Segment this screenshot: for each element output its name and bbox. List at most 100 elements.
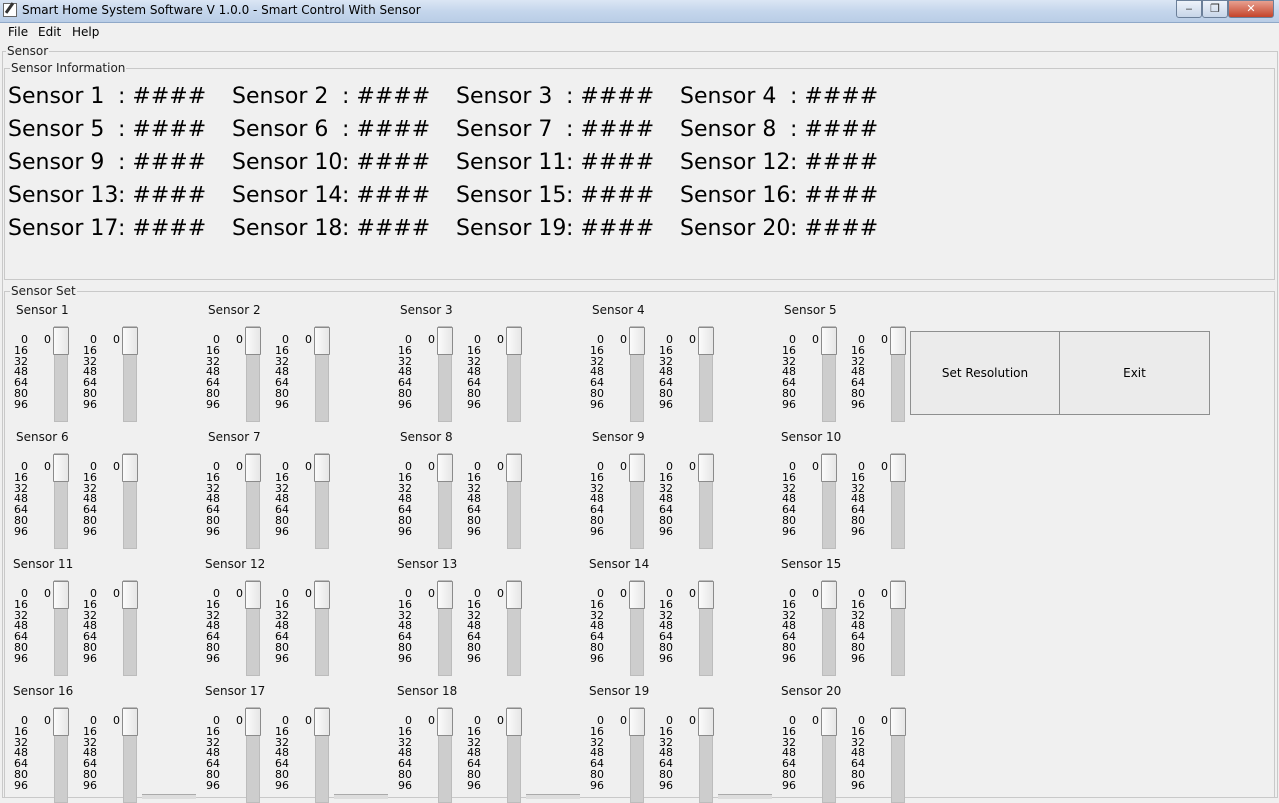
slider-thumb[interactable] [821, 327, 837, 355]
sensor-slider[interactable] [245, 453, 261, 549]
sensor-slider[interactable] [314, 326, 330, 422]
sensor-slider[interactable] [122, 326, 138, 422]
close-button[interactable]: ✕ [1228, 0, 1274, 18]
slider-value: 0 [428, 460, 435, 473]
sensor-slider[interactable] [437, 580, 453, 676]
sensor-slider[interactable] [698, 580, 714, 676]
slider-thumb[interactable] [629, 708, 645, 736]
slider-thumb[interactable] [821, 454, 837, 482]
sensor-slider[interactable] [53, 326, 69, 422]
sensor-slider[interactable] [506, 326, 522, 422]
sensor-set-label: Sensor 16 [13, 684, 74, 698]
sensor-slider[interactable] [437, 326, 453, 422]
slider-value: 0 [236, 460, 243, 473]
set-resolution-button[interactable]: Set Resolution [910, 331, 1060, 415]
sensor-slider[interactable] [245, 326, 261, 422]
minimize-button[interactable]: ‒ [1176, 0, 1202, 18]
sensor-slider[interactable] [821, 707, 837, 803]
slider-thumb[interactable] [245, 454, 261, 482]
slider-thumb[interactable] [314, 581, 330, 609]
slider-thumb[interactable] [245, 327, 261, 355]
sensor-slider[interactable] [122, 707, 138, 803]
slider-thumb[interactable] [122, 581, 138, 609]
sensor-slider[interactable] [314, 707, 330, 803]
sensor-slider[interactable] [437, 707, 453, 803]
slider-thumb[interactable] [437, 581, 453, 609]
slider-scale: 0 16 32 48 64 80 96 [584, 461, 604, 538]
slider-value: 0 [113, 714, 120, 727]
sensor-slider[interactable] [890, 453, 906, 549]
sensor-slider[interactable] [890, 707, 906, 803]
sensor-slider[interactable] [53, 707, 69, 803]
sensor-slider[interactable] [629, 453, 645, 549]
slider-thumb[interactable] [890, 708, 906, 736]
slider-thumb[interactable] [314, 708, 330, 736]
slider-thumb[interactable] [506, 708, 522, 736]
slider-thumb[interactable] [506, 454, 522, 482]
slider-thumb[interactable] [437, 327, 453, 355]
menu-edit[interactable]: Edit [38, 25, 61, 39]
sensor-slider[interactable] [698, 453, 714, 549]
maximize-button[interactable]: ❐ [1202, 0, 1228, 18]
sensor-slider[interactable] [890, 580, 906, 676]
slider-scale: 0 16 32 48 64 80 96 [461, 461, 481, 538]
slider-thumb[interactable] [821, 708, 837, 736]
menu-help[interactable]: Help [72, 25, 99, 39]
sensor-slider[interactable] [890, 326, 906, 422]
sensor-slider[interactable] [53, 453, 69, 549]
slider-thumb[interactable] [437, 708, 453, 736]
slider-thumb[interactable] [698, 708, 714, 736]
sensor-slider[interactable] [629, 580, 645, 676]
slider-thumb[interactable] [698, 327, 714, 355]
slider-thumb[interactable] [506, 581, 522, 609]
sensor-slider[interactable] [245, 707, 261, 803]
slider-tick-label: 96 [851, 651, 865, 665]
sensor-slider[interactable] [698, 707, 714, 803]
slider-thumb[interactable] [698, 581, 714, 609]
sensor-info-name: Sensor 5 [8, 117, 105, 142]
sensor-set-label: Sensor 9 [592, 430, 645, 444]
sensor-slider[interactable] [506, 707, 522, 803]
sensor-slider[interactable] [314, 453, 330, 549]
sensor-slider[interactable] [506, 580, 522, 676]
slider-thumb[interactable] [122, 454, 138, 482]
slider-thumb[interactable] [314, 454, 330, 482]
sensor-slider[interactable] [629, 326, 645, 422]
slider-thumb[interactable] [53, 454, 69, 482]
slider-thumb[interactable] [890, 581, 906, 609]
slider-thumb[interactable] [821, 581, 837, 609]
sensor-slider[interactable] [437, 453, 453, 549]
sensor-slider[interactable] [821, 580, 837, 676]
sensor-set-label: Sensor 11 [13, 557, 74, 571]
slider-thumb[interactable] [122, 708, 138, 736]
slider-thumb[interactable] [437, 454, 453, 482]
slider-thumb[interactable] [629, 581, 645, 609]
sensor-slider[interactable] [122, 453, 138, 549]
slider-thumb[interactable] [53, 327, 69, 355]
slider-thumb[interactable] [629, 454, 645, 482]
sensor-slider[interactable] [506, 453, 522, 549]
slider-thumb[interactable] [53, 581, 69, 609]
sensor-slider[interactable] [122, 580, 138, 676]
sensor-slider[interactable] [698, 326, 714, 422]
sensor-slider[interactable] [245, 580, 261, 676]
sensor-slider[interactable] [821, 326, 837, 422]
slider-thumb[interactable] [629, 327, 645, 355]
sensor-information-title: Sensor Information [10, 61, 127, 75]
slider-thumb[interactable] [245, 581, 261, 609]
menu-file[interactable]: File [8, 25, 28, 39]
slider-thumb[interactable] [506, 327, 522, 355]
slider-thumb[interactable] [698, 454, 714, 482]
sensor-slider[interactable] [314, 580, 330, 676]
slider-thumb[interactable] [53, 708, 69, 736]
sensor-slider[interactable] [821, 453, 837, 549]
slider-thumb[interactable] [122, 327, 138, 355]
slider-thumb[interactable] [890, 454, 906, 482]
slider-thumb[interactable] [890, 327, 906, 355]
sensor-slider[interactable] [53, 580, 69, 676]
slider-thumb[interactable] [245, 708, 261, 736]
sensor-slider[interactable] [629, 707, 645, 803]
sensor-set-label: Sensor 8 [400, 430, 453, 444]
exit-button[interactable]: Exit [1059, 331, 1210, 415]
slider-thumb[interactable] [314, 327, 330, 355]
